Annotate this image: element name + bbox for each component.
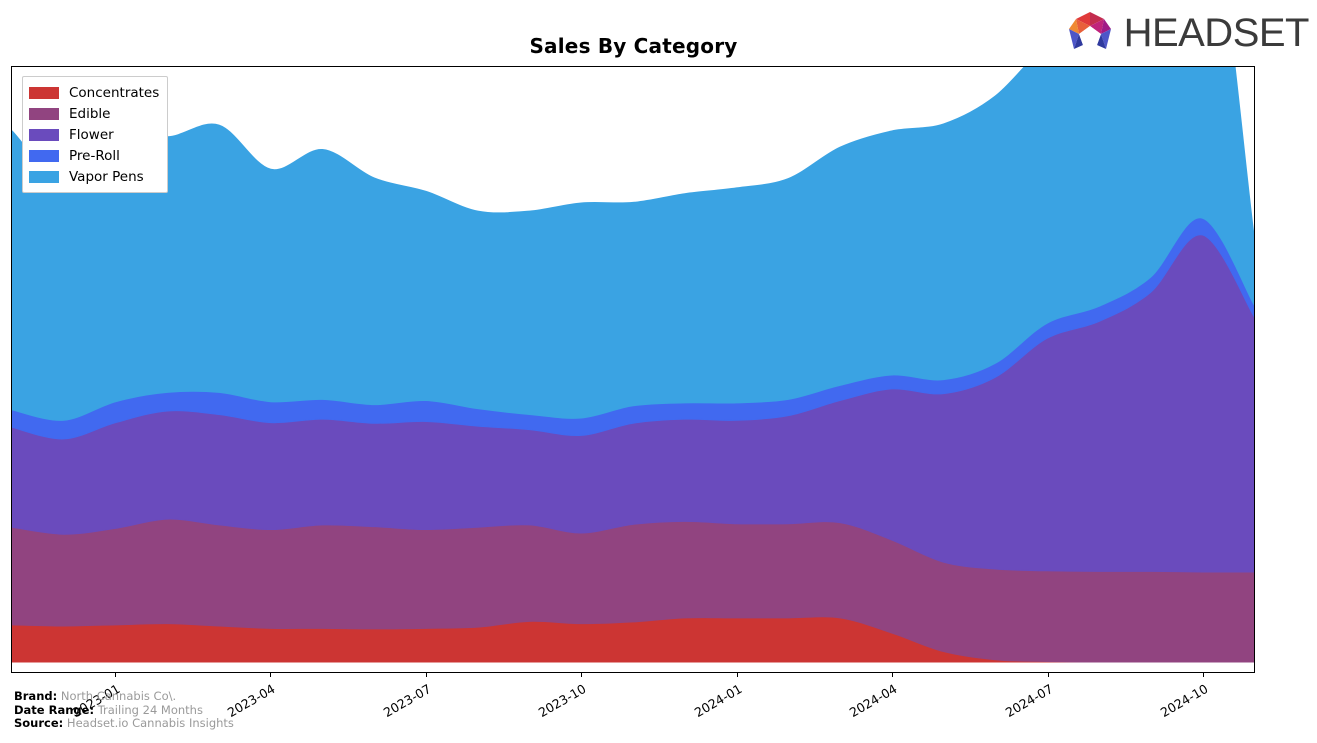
legend-swatch-icon (29, 128, 59, 141)
x-axis-tick-mark (425, 673, 427, 677)
legend-item-vapor-pens[interactable]: Vapor Pens (29, 166, 159, 187)
legend-item-flower[interactable]: Flower (29, 124, 159, 145)
legend-item-label: Vapor Pens (69, 168, 144, 185)
x-axis-tick-mark (270, 673, 272, 677)
chart-footnotes: Brand: North Cannabis Co\. Date Range: Tr… (14, 689, 434, 731)
x-axis-tick-label: 2024-10 (1157, 681, 1211, 721)
sales-by-category-chart: Sales By Category HEADSET Concentrates Ed… (0, 0, 1317, 743)
headset-logo: HEADSET (1064, 8, 1310, 58)
x-axis-tick-mark (892, 673, 894, 677)
legend-item-pre-roll[interactable]: Pre-Roll (29, 145, 159, 166)
legend-item-label: Flower (69, 126, 114, 143)
footnote-key: Brand: (14, 689, 58, 703)
legend-swatch-icon (29, 86, 59, 99)
legend-item-edible[interactable]: Edible (29, 103, 159, 124)
footnote-value: North Cannabis Co\. (57, 689, 177, 703)
legend-swatch-icon (29, 149, 59, 162)
x-axis-tick-label: 2024-01 (691, 681, 745, 721)
footnote-row: Brand: North Cannabis Co\. (14, 689, 434, 704)
x-axis-tick-mark (114, 673, 116, 677)
stacked-area-svg (12, 67, 1254, 663)
legend-item-label: Pre-Roll (69, 147, 120, 164)
plot-area: Concentrates Edible Flower Pre-Roll Vapor Pe… (11, 66, 1255, 673)
headset-hexagon-logo-icon (1068, 12, 1111, 49)
x-axis-tick-label: 2024-04 (846, 681, 900, 721)
x-axis-tick-label: 2023-10 (535, 681, 589, 721)
footnote-key: Source: (14, 716, 64, 730)
legend-swatch-icon (29, 170, 59, 183)
x-axis-tick-label: 2024-07 (1002, 681, 1056, 721)
legend-swatch-icon (29, 107, 59, 120)
legend-item-label: Concentrates (69, 84, 160, 101)
legend-item-label: Edible (69, 105, 111, 122)
x-axis-tick-mark (1047, 673, 1049, 677)
x-axis-tick-mark (1203, 673, 1205, 677)
footnote-row: Date Range: Trailing 24 Months (14, 702, 434, 718)
legend-item-concentrates[interactable]: Concentrates (29, 82, 159, 103)
chart-legend[interactable]: Concentrates Edible Flower Pre-Roll Vapor Pe… (22, 76, 169, 193)
x-axis-tick-mark (581, 673, 583, 677)
footnote-value: Trailing 24 Months (94, 702, 203, 717)
footnote-row: Source: Headset.io Cannabis Insights (14, 716, 434, 731)
footnote-key: Date Range: (14, 702, 95, 717)
x-axis-tick-mark (736, 673, 738, 677)
logo-wordmark: HEADSET (1123, 11, 1310, 55)
footnote-value: Headset.io Cannabis Insights (63, 716, 234, 730)
